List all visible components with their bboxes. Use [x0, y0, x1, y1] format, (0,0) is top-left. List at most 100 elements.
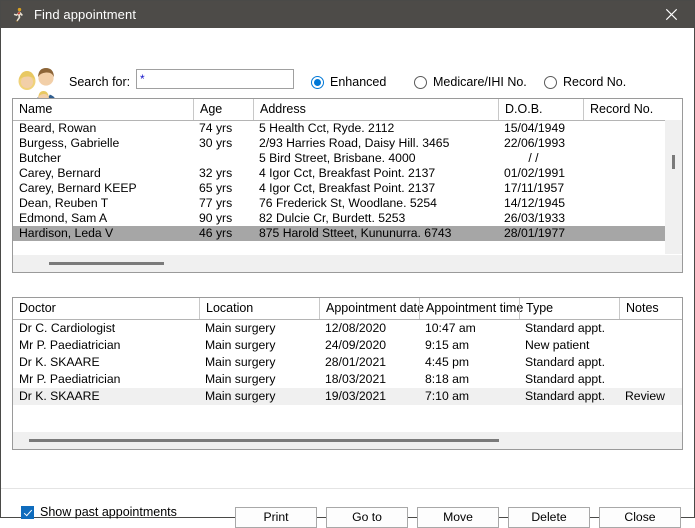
appointment-type: New patient	[525, 338, 590, 352]
appointment-doctor: Dr C. Cardiologist	[19, 321, 116, 335]
patient-record-no	[583, 151, 667, 166]
patients-horizontal-scrollbar-thumb[interactable]	[49, 262, 164, 265]
appointment-notes	[619, 320, 682, 337]
patient-name: Hardison, Leda V	[19, 226, 114, 240]
column-header-appointment-time[interactable]: Appointment time	[419, 298, 523, 319]
appointments-grid[interactable]: Doctor Location Appointment date Appoint…	[12, 297, 683, 450]
close-icon[interactable]	[648, 1, 694, 28]
column-header-type[interactable]: Type	[519, 298, 619, 319]
appointment-type: Standard appt.	[525, 389, 605, 403]
appointment-row[interactable]: Dr C. Cardiologist Main surgery 12/08/2020…	[13, 320, 682, 337]
patient-age	[193, 151, 253, 166]
patient-dob: 14/12/1945	[504, 196, 565, 210]
patient-address: 82 Dulcie Cr, Burdett. 5253	[259, 211, 406, 225]
column-header-notes[interactable]: Notes	[619, 298, 682, 319]
column-header-doctor[interactable]: Doctor	[13, 298, 199, 319]
appointment-location: Main surgery	[205, 389, 276, 403]
checkbox-show-past-appointments[interactable]: Show past appointments	[21, 505, 177, 519]
appointment-time: 9:15 am	[425, 338, 470, 352]
appointments-horizontal-scrollbar-thumb[interactable]	[29, 439, 499, 442]
appointment-location: Main surgery	[205, 321, 276, 335]
patient-row[interactable]: Carey, Bernard 32 yrs 4 Igor Cct, Breakfas…	[13, 166, 682, 181]
search-input[interactable]	[136, 69, 294, 89]
radio-enhanced[interactable]: Enhanced	[311, 75, 386, 89]
radio-medicare-ihi-dot	[414, 75, 427, 89]
patient-address: 76 Frederick St, Woodlane. 5254	[259, 196, 437, 210]
patients-grid-body: Beard, Rowan 74 yrs 5 Health Cct, Ryde. 21…	[13, 121, 682, 257]
footer-divider	[1, 488, 694, 489]
appointment-time: 7:10 am	[425, 389, 470, 403]
column-header-location[interactable]: Location	[199, 298, 319, 319]
patient-name: Edmond, Sam A	[19, 211, 108, 225]
patient-row[interactable]: Beard, Rowan 74 yrs 5 Health Cct, Ryde. 21…	[13, 121, 682, 136]
radio-record-no-label: Record No.	[563, 75, 627, 89]
appointment-date: 18/03/2021	[325, 372, 386, 386]
patient-dob: 22/06/1993	[504, 136, 565, 150]
patients-horizontal-scrollbar[interactable]	[13, 254, 682, 272]
appointment-date: 24/09/2020	[325, 338, 386, 352]
patient-age: 65 yrs	[199, 181, 233, 195]
column-header-address[interactable]: Address	[253, 99, 498, 120]
patients-vertical-scrollbar[interactable]	[665, 120, 682, 257]
search-label: Search for:	[69, 75, 131, 89]
patient-row[interactable]: Burgess, Gabrielle 30 yrs 2/93 Harries Roa…	[13, 136, 682, 151]
patient-age: 46 yrs	[199, 226, 233, 240]
patient-name: Burgess, Gabrielle	[19, 136, 120, 150]
appointment-notes: Review	[625, 389, 665, 403]
patient-record-no	[583, 181, 667, 196]
patient-row[interactable]: Carey, Bernard KEEP 65 yrs 4 Igor Cct, Bre…	[13, 181, 682, 196]
appointment-notes	[619, 337, 682, 354]
appointment-type: Standard appt.	[525, 372, 605, 386]
appointment-location: Main surgery	[205, 355, 276, 369]
patient-age: 74 yrs	[199, 121, 233, 135]
radio-medicare-ihi-label: Medicare/IHI No.	[433, 75, 527, 89]
appointment-time: 10:47 am	[425, 321, 476, 335]
column-header-dob[interactable]: D.O.B.	[498, 99, 583, 120]
appointment-date: 19/03/2021	[325, 389, 386, 403]
patient-name: Dean, Reuben T	[19, 196, 109, 210]
patient-record-no	[583, 121, 667, 136]
patients-vertical-scrollbar-thumb[interactable]	[672, 155, 675, 169]
patient-address: 875 Harold Stteet, Kununurra. 6743	[259, 226, 452, 240]
radio-medicare-ihi[interactable]: Medicare/IHI No.	[414, 75, 527, 89]
patient-record-no	[583, 226, 667, 241]
patient-row[interactable]: Butcher 5 Bird Street, Brisbane. 4000 / /	[13, 151, 682, 166]
appointments-grid-header: Doctor Location Appointment date Appoint…	[13, 298, 682, 320]
patient-address: 4 Igor Cct, Breakfast Point. 2137	[259, 181, 436, 195]
appointment-row[interactable]: Dr K. SKAARE Main surgery 28/01/2021 4:45 p…	[13, 354, 682, 371]
patients-grid[interactable]: Name Age Address D.O.B. Record No. Beard…	[12, 98, 683, 273]
column-header-record-no[interactable]: Record No.	[583, 99, 667, 120]
patient-record-no	[583, 211, 667, 226]
patient-address: 5 Health Cct, Ryde. 2112	[259, 121, 395, 135]
patient-age: 30 yrs	[199, 136, 233, 150]
patient-age: 32 yrs	[199, 166, 233, 180]
appointment-doctor: Dr K. SKAARE	[19, 355, 100, 369]
appointment-date: 12/08/2020	[325, 321, 386, 335]
patient-dob: / /	[528, 151, 539, 165]
person-running-icon	[10, 7, 26, 23]
appointment-location: Main surgery	[205, 338, 276, 352]
radio-enhanced-label: Enhanced	[330, 75, 387, 89]
column-header-appointment-date[interactable]: Appointment date	[319, 298, 424, 319]
patient-dob: 15/04/1949	[504, 121, 565, 135]
patient-record-no	[583, 136, 667, 151]
appointment-time: 4:45 pm	[425, 355, 470, 369]
appointment-doctor: Dr K. SKAARE	[19, 389, 100, 403]
appointments-horizontal-scrollbar[interactable]	[13, 431, 682, 449]
appointment-time: 8:18 am	[425, 372, 470, 386]
column-header-name[interactable]: Name	[13, 99, 193, 120]
patient-address: 2/93 Harries Road, Daisy Hill. 3465	[259, 136, 450, 150]
patient-row[interactable]: Edmond, Sam A 90 yrs 82 Dulcie Cr, Burdett…	[13, 211, 682, 226]
patient-dob: 28/01/1977	[504, 226, 565, 240]
patient-row[interactable]: Dean, Reuben T 77 yrs 76 Frederick St, Woo…	[13, 196, 682, 211]
radio-record-no[interactable]: Record No.	[544, 75, 626, 89]
appointment-row[interactable]: Mr P. Paediatrician Main surgery 24/09/202…	[13, 337, 682, 354]
radio-record-no-dot	[544, 75, 557, 89]
column-header-age[interactable]: Age	[193, 99, 253, 120]
patient-row[interactable]: Hardison, Leda V 46 yrs 875 Harold Stteet,…	[13, 226, 682, 241]
patient-age: 90 yrs	[199, 211, 233, 225]
patient-dob: 17/11/1957	[504, 181, 565, 195]
appointment-row[interactable]: Mr P. Paediatrician Main surgery 18/03/202…	[13, 371, 682, 388]
window-title: Find appointment	[34, 7, 137, 22]
appointment-row[interactable]: Dr K. SKAARE Main surgery 19/03/2021 7:10 a…	[13, 388, 682, 405]
